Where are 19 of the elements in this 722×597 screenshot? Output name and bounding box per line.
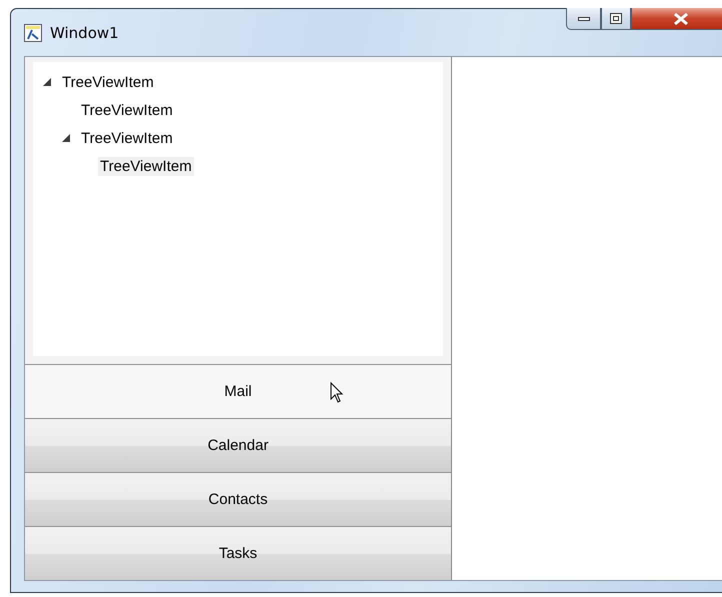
tree-item[interactable]: TreeViewItem xyxy=(98,156,194,176)
maximize-button[interactable] xyxy=(601,8,631,30)
nav-button[interactable]: Calendar xyxy=(25,418,451,472)
window-title: Window1 xyxy=(50,24,119,42)
nav-button[interactable]: Mail xyxy=(25,364,451,418)
close-icon xyxy=(673,12,689,24)
nav-button[interactable]: Contacts xyxy=(25,472,451,526)
tree-item[interactable]: TreeViewItem xyxy=(79,128,175,148)
app-icon xyxy=(24,24,42,42)
tree-item[interactable]: TreeViewItem xyxy=(60,72,156,92)
minimize-icon xyxy=(578,16,590,22)
maximize-icon xyxy=(610,13,622,24)
cursor-icon xyxy=(330,382,344,404)
expander-icon[interactable] xyxy=(61,133,71,143)
close-button[interactable] xyxy=(631,8,722,30)
minimize-button[interactable] xyxy=(566,8,601,30)
tree-item[interactable]: TreeViewItem xyxy=(79,100,175,120)
expander-icon[interactable] xyxy=(42,77,52,87)
nav-button[interactable]: Tasks xyxy=(25,526,451,580)
